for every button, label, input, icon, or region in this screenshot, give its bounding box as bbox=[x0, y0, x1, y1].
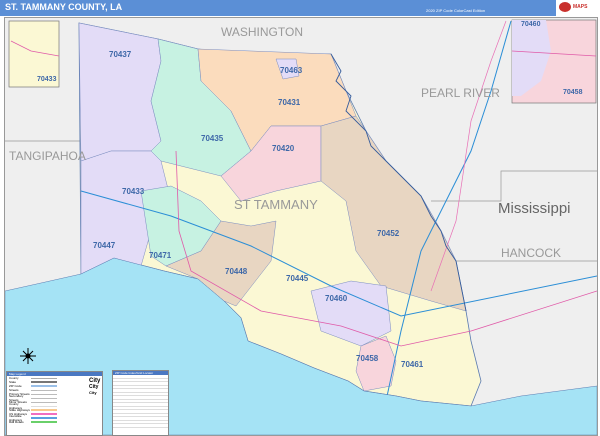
zip-label: 70452 bbox=[377, 229, 400, 238]
svg-text:70458: 70458 bbox=[563, 89, 583, 96]
zip-label: 70460 bbox=[325, 294, 348, 303]
svg-text:70460: 70460 bbox=[521, 21, 541, 28]
zip-label: 70447 bbox=[93, 241, 116, 250]
zip-label: 70463 bbox=[280, 66, 303, 75]
map-legend: Map Legend County State ZIP Code Streets… bbox=[6, 371, 103, 436]
zip-label: 70435 bbox=[201, 134, 224, 143]
edition-label: 2020 ZIP Code ColorCast Edition bbox=[426, 8, 486, 13]
zip-label: 70420 bbox=[272, 144, 295, 153]
zip-label: 70431 bbox=[278, 98, 301, 107]
inset-right: 70460 70458 bbox=[511, 19, 597, 104]
legend-item: Rail Roads bbox=[7, 420, 102, 424]
neighbor-label-tangipahoa: TANGIPAHOA bbox=[9, 149, 86, 163]
zip-label: 70471 bbox=[149, 251, 172, 260]
inset-left: 70433 bbox=[8, 20, 60, 88]
zip-index-table: ZIP Code Index/Grid Locator bbox=[112, 370, 169, 436]
neighbor-label-pearl-river: PEARL RIVER bbox=[421, 86, 500, 100]
state-label: Mississippi bbox=[498, 200, 571, 217]
svg-text:70433: 70433 bbox=[37, 76, 57, 83]
zip-label: 70458 bbox=[356, 354, 379, 363]
map-title: ST. TAMMANY COUNTY, LA bbox=[5, 2, 123, 12]
neighbor-label-washington: WASHINGTON bbox=[221, 25, 303, 39]
zip-label: 70448 bbox=[225, 267, 248, 276]
neighbor-label-hancock: HANCOCK bbox=[501, 246, 561, 260]
zip-label: 70445 bbox=[286, 274, 309, 283]
publisher-logo: MAPS bbox=[556, 0, 600, 16]
county-label: ST TAMMANY bbox=[234, 197, 318, 212]
zip-label: 70433 bbox=[122, 187, 145, 196]
zip-label: 70461 bbox=[401, 360, 424, 369]
title-bar: ST. TAMMANY COUNTY, LA 2020 ZIP Code Col… bbox=[0, 0, 600, 16]
zip-label: 70437 bbox=[109, 50, 132, 59]
